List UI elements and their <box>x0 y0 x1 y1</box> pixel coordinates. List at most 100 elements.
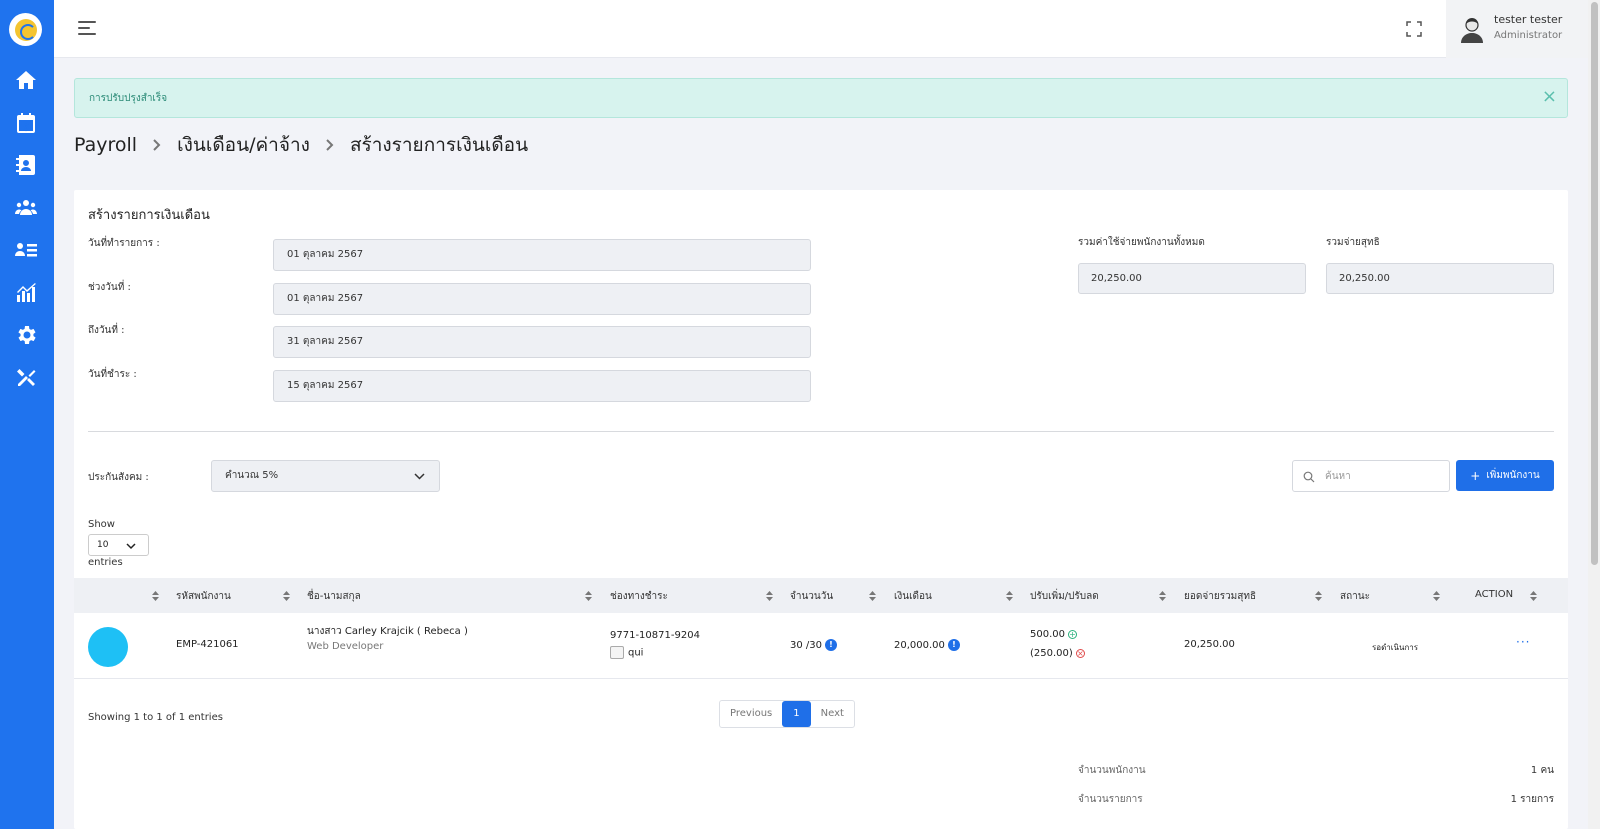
user-role: Administrator <box>1494 30 1563 41</box>
adjustment-up-value: 500.00 <box>1030 629 1065 640</box>
period-end-input[interactable]: 31 ตุลาคม 2567 <box>273 326 811 358</box>
breadcrumb-payroll[interactable]: Payroll <box>74 134 137 156</box>
col-adjustment[interactable]: ปรับเพิ่ม/ปรับลด <box>1030 589 1099 604</box>
col-emp-id[interactable]: รหัสพนักงาน <box>176 589 231 604</box>
transaction-date-label: วันที่ทำรายการ : <box>88 238 160 249</box>
transaction-date-input[interactable]: 01 ตุลาคม 2567 <box>273 239 811 271</box>
period-start-label: ช่วงวันที่ : <box>88 282 131 293</box>
search-icon <box>1303 471 1315 483</box>
salary: 20,000.00! <box>894 639 960 651</box>
sort-icon[interactable] <box>283 591 290 601</box>
payroll-calendar-icon[interactable]: $ <box>14 111 38 135</box>
total-expense-label: รวมค่าใช้จ่ายพนักงานทั้งหมด <box>1078 237 1205 248</box>
col-net-total[interactable]: ยอดจ่ายรวมสุทธิ <box>1184 589 1256 604</box>
net-pay-label: รวมจ่ายสุทธิ <box>1326 237 1380 248</box>
col-status[interactable]: สถานะ <box>1340 589 1370 604</box>
team-icon[interactable] <box>14 195 38 219</box>
info-icon[interactable]: ! <box>825 639 837 651</box>
report-chart-icon[interactable] <box>14 281 38 305</box>
breadcrumb: Payroll เงินเดือน/ค่าจ้าง สร้างรายการเงิ… <box>74 132 528 158</box>
table-header: รหัสพนักงาน ชื่อ-นามสกุล ช่องทางชำระ จำน… <box>74 578 1568 613</box>
bank-name: qui <box>628 647 644 659</box>
entries-per-page-select[interactable]: 10 <box>88 534 149 556</box>
page-scrollbar[interactable] <box>1588 0 1600 829</box>
payment-date-input[interactable]: 15 ตุลาคม 2567 <box>273 370 811 402</box>
salary-value: 20,000.00 <box>894 640 945 651</box>
employee-list-icon[interactable] <box>14 238 38 262</box>
breadcrumb-salary[interactable]: เงินเดือน/ค่าจ้าง <box>177 130 310 160</box>
status-badge: รอดำเนินการ <box>1372 643 1419 652</box>
social-security-select[interactable]: คำนวณ 5% <box>211 460 440 492</box>
chevron-down-icon <box>414 473 425 480</box>
search-input[interactable] <box>1325 467 1443 485</box>
sort-icon[interactable] <box>1433 591 1440 601</box>
user-menu[interactable]: tester tester Administrator <box>1446 0 1588 58</box>
tools-icon[interactable] <box>14 366 38 390</box>
chevron-right-icon <box>324 139 336 151</box>
employee-id: EMP-421061 <box>176 639 239 650</box>
col-days[interactable]: จำนวนวัน <box>790 589 833 604</box>
employee-count-value: 1 คน <box>1530 765 1554 776</box>
user-name: tester tester <box>1494 13 1563 26</box>
col-action: ACTION <box>1475 589 1514 600</box>
info-icon[interactable]: ! <box>947 639 960 651</box>
social-security-label: ประกันสังคม : <box>88 472 149 483</box>
sort-icon[interactable] <box>1006 591 1013 601</box>
period-end-label: ถึงวันที่ : <box>88 325 125 336</box>
sort-icon[interactable] <box>1315 591 1322 601</box>
work-days-value: 30 /30 <box>790 640 822 651</box>
plus-icon: + <box>1470 468 1481 483</box>
plus-circle-icon[interactable]: + <box>1068 629 1077 639</box>
chevron-down-icon <box>126 543 136 550</box>
adjustment-down: (250.00) × <box>1030 648 1085 659</box>
col-name[interactable]: ชื่อ-นามสกุล <box>307 589 361 604</box>
success-alert: การปรับปรุงสำเร็จ × <box>74 78 1568 118</box>
page-1-button[interactable]: 1 <box>782 701 811 727</box>
show-label: Show <box>88 519 115 530</box>
payroll-create-card: สร้างรายการเงินเดือน วันที่ทำรายการ : 01… <box>74 190 1568 829</box>
work-days: 30 /30! <box>790 639 837 651</box>
net-total: 20,250.00 <box>1184 639 1235 650</box>
bank-info: qui <box>610 646 643 659</box>
record-count-label: จำนวนรายการ <box>1078 794 1143 805</box>
col-salary[interactable]: เงินเดือน <box>894 589 932 604</box>
record-count-value: 1 รายการ <box>1510 794 1554 805</box>
sort-icon[interactable] <box>1159 591 1166 601</box>
pagination: Previous 1 Next <box>719 700 855 728</box>
contact-book-icon[interactable] <box>14 153 38 177</box>
app-logo[interactable] <box>9 13 42 46</box>
adjustment-up: 500.00 + <box>1030 629 1077 640</box>
add-employee-button[interactable]: + เพิ่มพนักงาน <box>1456 460 1554 491</box>
chevron-right-icon <box>151 139 163 151</box>
employee-position: Web Developer <box>307 641 384 652</box>
social-security-value: คำนวณ 5% <box>225 470 279 481</box>
divider <box>88 431 1554 432</box>
svg-text:$: $ <box>23 123 29 133</box>
next-page-button[interactable]: Next <box>811 701 854 727</box>
employee-avatar <box>88 627 128 667</box>
sort-icon[interactable] <box>585 591 592 601</box>
sort-icon[interactable] <box>766 591 773 601</box>
previous-page-button[interactable]: Previous <box>720 701 782 727</box>
sidebar: $ <box>0 0 54 829</box>
minus-circle-icon[interactable]: × <box>1075 648 1085 658</box>
showing-info: Showing 1 to 1 of 1 entries <box>88 712 223 723</box>
search-field[interactable] <box>1292 460 1450 492</box>
row-action-menu-icon[interactable]: ··· <box>1516 635 1530 649</box>
entries-label: entries <box>88 557 123 568</box>
net-pay-field: 20,250.00 <box>1326 263 1554 294</box>
alert-close-icon[interactable]: × <box>1542 88 1557 106</box>
sort-icon[interactable] <box>152 591 159 601</box>
sort-icon[interactable] <box>1530 591 1537 601</box>
menu-toggle-icon[interactable] <box>78 21 96 35</box>
fullscreen-icon[interactable] <box>1406 21 1422 37</box>
sort-icon[interactable] <box>869 591 876 601</box>
bank-account: 9771-10871-9204 <box>610 630 700 641</box>
home-icon[interactable] <box>14 68 38 92</box>
col-payment-channel[interactable]: ช่องทางชำระ <box>610 589 668 604</box>
card-title: สร้างรายการเงินเดือน <box>88 208 210 223</box>
period-start-input[interactable]: 01 ตุลาคม 2567 <box>273 283 811 315</box>
settings-gear-icon[interactable] <box>14 323 38 347</box>
alert-message: การปรับปรุงสำเร็จ <box>89 93 168 104</box>
breadcrumb-current: สร้างรายการเงินเดือน <box>349 134 529 156</box>
